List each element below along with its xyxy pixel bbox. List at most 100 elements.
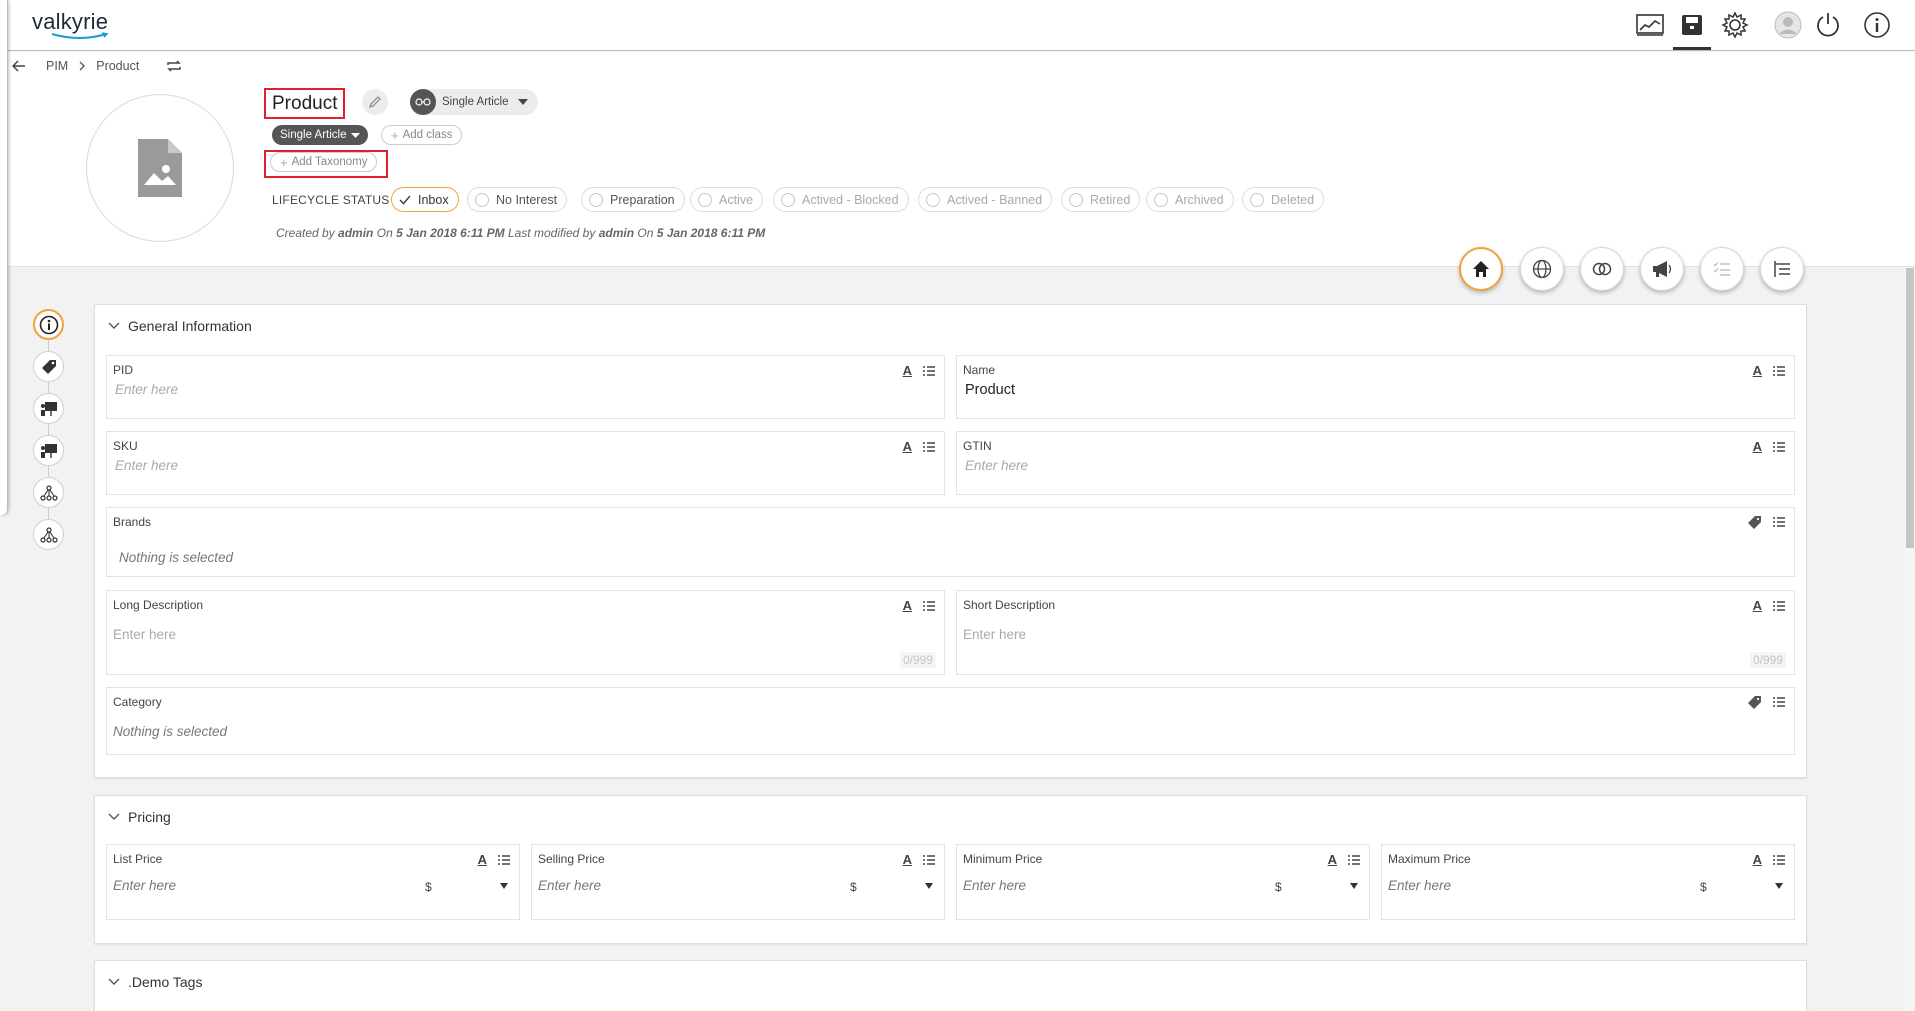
sku-field[interactable]: SKU A Enter here — [106, 431, 945, 495]
caret-down-icon[interactable] — [925, 883, 933, 889]
brands-select[interactable]: Nothing is selected — [119, 550, 233, 565]
power-icon[interactable] — [1808, 5, 1848, 45]
list-options-icon[interactable] — [922, 854, 936, 866]
tab-marketing[interactable] — [1640, 247, 1684, 291]
text-format-icon[interactable]: A — [903, 852, 912, 867]
tab-checklist[interactable] — [1700, 247, 1744, 291]
list-options-icon[interactable] — [1347, 854, 1361, 866]
list-options-icon[interactable] — [497, 854, 511, 866]
text-format-icon[interactable]: A — [1753, 363, 1762, 378]
name-field[interactable]: Name A Product — [956, 355, 1795, 419]
list-price-field[interactable]: List Price A Enter here $ — [106, 844, 520, 920]
text-format-icon[interactable]: A — [1753, 598, 1762, 613]
name-input[interactable]: Product — [965, 382, 1015, 398]
app-logo[interactable]: valkyrie — [32, 9, 110, 40]
tag-icon[interactable] — [1748, 515, 1762, 529]
add-class-button[interactable]: + Add class — [381, 125, 463, 145]
gtin-input[interactable]: Enter here — [965, 458, 1028, 473]
archive-box-icon[interactable] — [1672, 5, 1712, 50]
rail-pricing[interactable] — [33, 351, 64, 382]
type-selector[interactable]: Single Article — [410, 89, 539, 115]
rail-presentation[interactable] — [33, 393, 64, 424]
maximum-price-field[interactable]: Maximum Price A Enter here $ — [1381, 844, 1795, 920]
caret-down-icon[interactable] — [500, 883, 508, 889]
minimum-price-field[interactable]: Minimum Price A Enter here $ — [956, 844, 1370, 920]
lifecycle-active[interactable]: Active — [690, 187, 764, 212]
text-format-icon[interactable]: A — [1753, 439, 1762, 454]
list-options-icon[interactable] — [1772, 365, 1786, 377]
product-image-placeholder[interactable] — [86, 94, 234, 242]
currency-select[interactable]: $ — [425, 880, 432, 894]
tab-hierarchy[interactable] — [1760, 247, 1804, 291]
list-options-icon[interactable] — [922, 600, 936, 612]
lifecycle-archived[interactable]: Archived — [1146, 187, 1234, 212]
rail-network-2[interactable] — [33, 519, 64, 550]
add-taxonomy-button[interactable]: + Add Taxonomy — [270, 152, 378, 172]
rail-general-info[interactable] — [33, 309, 64, 340]
lifecycle-deleted[interactable]: Deleted — [1242, 187, 1325, 212]
list-options-icon[interactable] — [1772, 600, 1786, 612]
selling-price-input[interactable]: Enter here — [538, 878, 601, 893]
currency-select[interactable]: $ — [1275, 880, 1282, 894]
pricing-header[interactable]: Pricing — [108, 809, 171, 825]
long-description-field[interactable]: Long Description A Enter here 0/999 — [106, 590, 945, 675]
text-format-icon[interactable]: A — [903, 598, 912, 613]
list-options-icon[interactable] — [1772, 696, 1786, 708]
rail-presentation-2[interactable] — [33, 435, 64, 466]
pid-field[interactable]: PID A Enter here — [106, 355, 945, 419]
long-description-textarea[interactable]: Enter here — [113, 627, 176, 642]
back-arrow-icon[interactable] — [12, 60, 26, 72]
currency-select[interactable]: $ — [1700, 880, 1707, 894]
text-format-icon[interactable]: A — [903, 363, 912, 378]
lifecycle-actived-blocked[interactable]: Actived - Blocked — [773, 187, 909, 212]
short-description-textarea[interactable]: Enter here — [963, 627, 1026, 642]
selling-price-field[interactable]: Selling Price A Enter here $ — [531, 844, 945, 920]
scrollbar-thumb[interactable] — [1906, 268, 1914, 548]
dashboard-chart-icon[interactable] — [1630, 5, 1670, 45]
minimum-price-input[interactable]: Enter here — [963, 878, 1026, 893]
user-avatar-icon[interactable] — [1768, 5, 1808, 45]
currency-select[interactable]: $ — [850, 880, 857, 894]
lifecycle-retired[interactable]: Retired — [1061, 187, 1141, 212]
rail-network[interactable] — [33, 477, 64, 508]
breadcrumb-pim[interactable]: PIM — [46, 59, 68, 73]
brands-field[interactable]: Brands Nothing is selected — [106, 507, 1795, 577]
short-description-field[interactable]: Short Description A Enter here 0/999 — [956, 590, 1795, 675]
pid-input[interactable]: Enter here — [115, 382, 178, 397]
demo-tags-header[interactable]: .Demo Tags — [108, 974, 202, 990]
tag-icon[interactable] — [1748, 695, 1762, 709]
category-select[interactable]: Nothing is selected — [113, 724, 227, 739]
list-options-icon[interactable] — [1772, 854, 1786, 866]
list-options-icon[interactable] — [1772, 441, 1786, 453]
caret-down-icon[interactable] — [1775, 883, 1783, 889]
refresh-icon[interactable] — [165, 59, 183, 73]
caret-down-icon[interactable] — [1350, 883, 1358, 889]
lifecycle-actived-banned[interactable]: Actived - Banned — [918, 187, 1053, 212]
text-format-icon[interactable]: A — [903, 439, 912, 454]
maximum-price-input[interactable]: Enter here — [1388, 878, 1451, 893]
tab-links[interactable] — [1580, 247, 1624, 291]
list-options-icon[interactable] — [922, 365, 936, 377]
text-format-icon[interactable]: A — [1328, 852, 1337, 867]
list-options-icon[interactable] — [1772, 516, 1786, 528]
edit-title-button[interactable] — [362, 89, 388, 115]
text-format-icon[interactable]: A — [478, 852, 487, 867]
category-field[interactable]: Category Nothing is selected — [106, 687, 1795, 755]
list-price-input[interactable]: Enter here — [113, 878, 176, 893]
tab-home[interactable] — [1459, 247, 1503, 291]
tab-global[interactable] — [1520, 247, 1564, 291]
list-options-icon[interactable] — [922, 441, 936, 453]
sku-input[interactable]: Enter here — [115, 458, 178, 473]
settings-gear-icon[interactable] — [1715, 5, 1755, 45]
lifecycle-preparation[interactable]: Preparation — [581, 187, 685, 212]
lifecycle-inbox[interactable]: Inbox — [391, 187, 459, 212]
chevron-right-icon — [79, 61, 86, 71]
left-drawer-handle[interactable] — [0, 0, 8, 515]
general-information-header[interactable]: General Information — [108, 318, 252, 334]
text-format-icon[interactable]: A — [1753, 852, 1762, 867]
network-tree-icon — [39, 484, 58, 501]
info-icon[interactable] — [1857, 5, 1897, 45]
class-pill[interactable]: Single Article — [272, 125, 369, 145]
gtin-field[interactable]: GTIN A Enter here — [956, 431, 1795, 495]
lifecycle-no-interest[interactable]: No Interest — [467, 187, 568, 212]
